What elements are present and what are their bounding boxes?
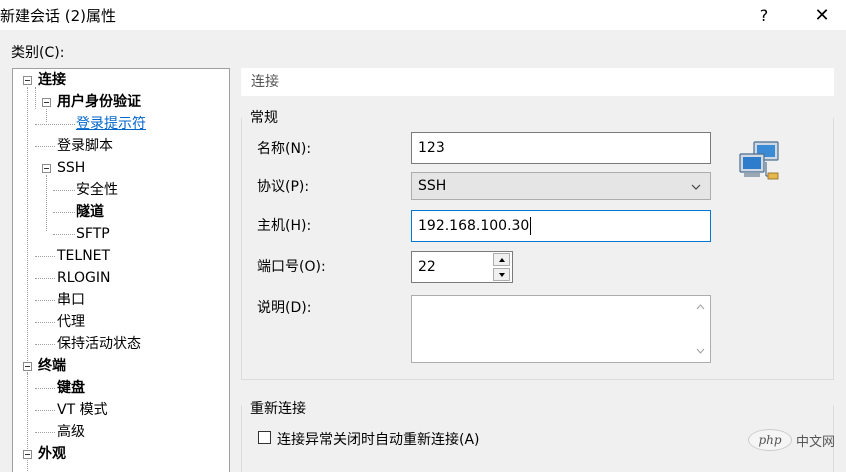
reconnect-group-title: 重新连接 <box>250 401 306 417</box>
tree-item-telnet[interactable]: TELNET <box>57 245 110 267</box>
auto-reconnect-checkbox[interactable] <box>258 431 271 444</box>
tree-item-partial[interactable]: ···· <box>57 465 75 472</box>
tree-item-rlogin[interactable]: RLOGIN <box>57 267 111 289</box>
window-title: 新建会话 (2)属性 <box>0 7 117 25</box>
port-spin-up[interactable] <box>493 253 510 266</box>
text-cursor <box>530 217 532 235</box>
expand-appearance-icon[interactable] <box>23 450 32 459</box>
name-field[interactable]: 123 <box>411 132 711 164</box>
host-field[interactable]: 192.168.100.30 <box>411 210 711 242</box>
protocol-value: SSH <box>418 178 447 194</box>
expand-connection-icon[interactable] <box>23 76 32 85</box>
tree-item-keepalive[interactable]: 保持活动状态 <box>57 333 141 355</box>
tree-item-proxy[interactable]: 代理 <box>57 311 85 333</box>
auto-reconnect-label[interactable]: 连接异常关闭时自动重新连接(A) <box>277 429 480 449</box>
tree-item-keyboard[interactable]: 键盘 <box>57 377 85 399</box>
tree-item-serial[interactable]: 串口 <box>57 289 85 311</box>
protocol-select[interactable]: SSH <box>411 172 711 200</box>
title-bar: 新建会话 (2)属性 ? ✕ <box>0 0 846 30</box>
help-button[interactable]: ? <box>744 0 784 30</box>
expand-auth-icon[interactable] <box>42 98 51 107</box>
scroll-down-icon[interactable] <box>696 348 705 354</box>
tree-item-security[interactable]: 安全性 <box>76 179 118 201</box>
scroll-up-icon[interactable] <box>696 304 705 310</box>
name-value: 123 <box>418 140 445 156</box>
tree-item-user-auth[interactable]: 用户身份验证 <box>57 91 141 113</box>
tree-item-tunnel[interactable]: 隧道 <box>76 201 104 223</box>
network-computers-icon <box>739 141 779 180</box>
tree-item-login-prompt[interactable]: 登录提示符 <box>76 113 146 135</box>
spin-down-icon <box>498 272 505 277</box>
tree-item-ssh[interactable]: SSH <box>57 157 85 179</box>
spin-up-icon <box>498 257 505 262</box>
description-label: 说明(D): <box>257 300 312 316</box>
tree-item-sftp[interactable]: SFTP <box>76 223 110 245</box>
protocol-label: 协议(P): <box>257 179 310 195</box>
tree-item-connection[interactable]: 连接 <box>38 69 66 91</box>
category-label: 类别(C): <box>11 45 65 61</box>
category-tree[interactable]: 连接 用户身份验证 登录提示符 登录脚本 SSH 安全性 隧道 SFTP TEL… <box>12 68 230 472</box>
host-value: 192.168.100.30 <box>418 218 530 234</box>
tree-item-login-script[interactable]: 登录脚本 <box>57 135 113 157</box>
tree-item-terminal[interactable]: 终端 <box>38 355 66 377</box>
watermark-text: 中文网 <box>796 434 836 450</box>
tree-item-advanced[interactable]: 高级 <box>57 421 85 443</box>
watermark: php 中文网 <box>748 427 846 453</box>
tree-item-vt-mode[interactable]: VT 模式 <box>57 399 108 421</box>
section-header: 连接 <box>241 68 834 96</box>
close-button[interactable]: ✕ <box>802 0 842 30</box>
name-label: 名称(N): <box>257 141 312 157</box>
general-group-title: 常规 <box>250 110 278 126</box>
tree-item-appearance[interactable]: 外观 <box>38 443 66 465</box>
port-spin-down[interactable] <box>493 268 510 281</box>
expand-ssh-icon[interactable] <box>42 164 51 173</box>
description-textarea[interactable] <box>411 295 711 363</box>
host-label: 主机(H): <box>257 218 312 234</box>
expand-terminal-icon[interactable] <box>23 362 32 371</box>
combo-chevron-down-icon <box>691 184 701 190</box>
php-logo: php <box>748 429 792 451</box>
port-value: 22 <box>418 259 436 275</box>
port-label: 端口号(O): <box>257 259 326 275</box>
